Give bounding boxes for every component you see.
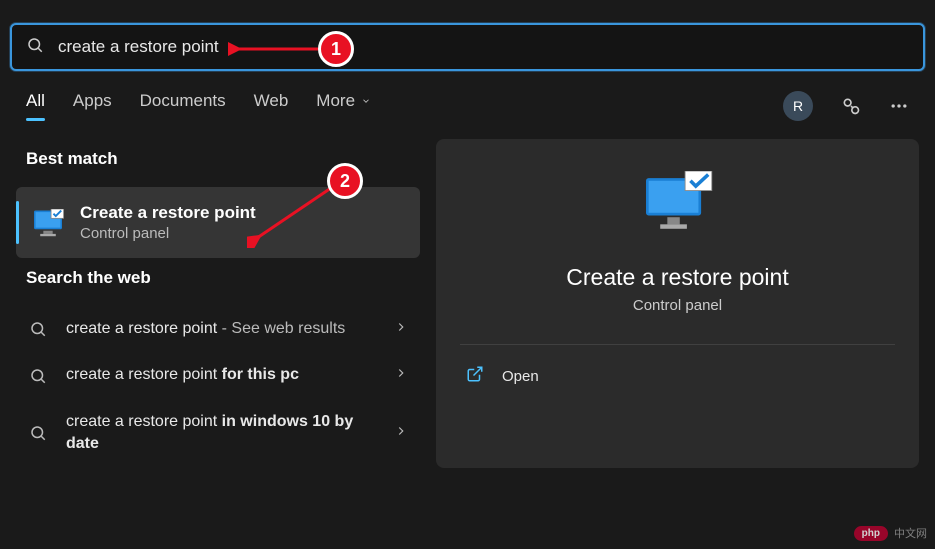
chevron-right-icon [394,366,408,385]
tab-more[interactable]: More [316,91,371,121]
annotation-callout-2: 2 [327,163,363,199]
web-result-text: create a restore point in windows 10 by … [66,411,376,456]
detail-panel: Create a restore point Control panel Ope… [436,139,919,468]
tab-more-label: More [316,91,355,111]
search-web-header: Search the web [16,258,420,306]
web-result-text: create a restore point for this pc [66,364,376,386]
best-match-subtitle: Control panel [80,225,256,242]
more-options-icon[interactable] [889,96,909,116]
watermark: php 中文网 [854,525,927,541]
detail-subtitle: Control panel [633,297,722,314]
chevron-right-icon [394,424,408,443]
detail-title: Create a restore point [566,264,788,291]
filter-tabs: All Apps Documents Web More R [0,71,935,121]
system-properties-icon [32,207,64,239]
watermark-text: 中文网 [894,525,927,541]
tab-apps[interactable]: Apps [73,91,112,121]
annotation-arrow-1 [228,40,322,58]
tab-documents[interactable]: Documents [140,91,226,121]
detail-icon [642,171,714,240]
best-match-title: Create a restore point [80,203,256,223]
open-icon [466,365,484,387]
divider [460,344,895,345]
annotation-callout-1: 1 [318,31,354,67]
open-label: Open [502,368,539,385]
best-match-result[interactable]: Create a restore point Control panel [16,187,420,258]
annotation-arrow-2 [247,180,337,248]
user-avatar[interactable]: R [783,91,813,121]
web-result[interactable]: create a restore point for this pc [16,352,420,398]
settings-icon[interactable] [841,96,861,116]
watermark-badge: php [854,526,888,541]
search-icon [28,320,48,338]
open-action[interactable]: Open [460,355,895,397]
tab-web[interactable]: Web [254,91,289,121]
search-icon [26,36,44,59]
web-result[interactable]: create a restore point - See web results [16,306,420,352]
tab-all[interactable]: All [26,91,45,121]
search-icon [28,367,48,385]
search-input[interactable] [58,37,909,57]
web-result-text: create a restore point - See web results [66,318,376,340]
search-box[interactable] [10,23,925,71]
chevron-down-icon [361,96,371,106]
chevron-right-icon [394,320,408,339]
search-icon [28,424,48,442]
web-result[interactable]: create a restore point in windows 10 by … [16,399,420,468]
